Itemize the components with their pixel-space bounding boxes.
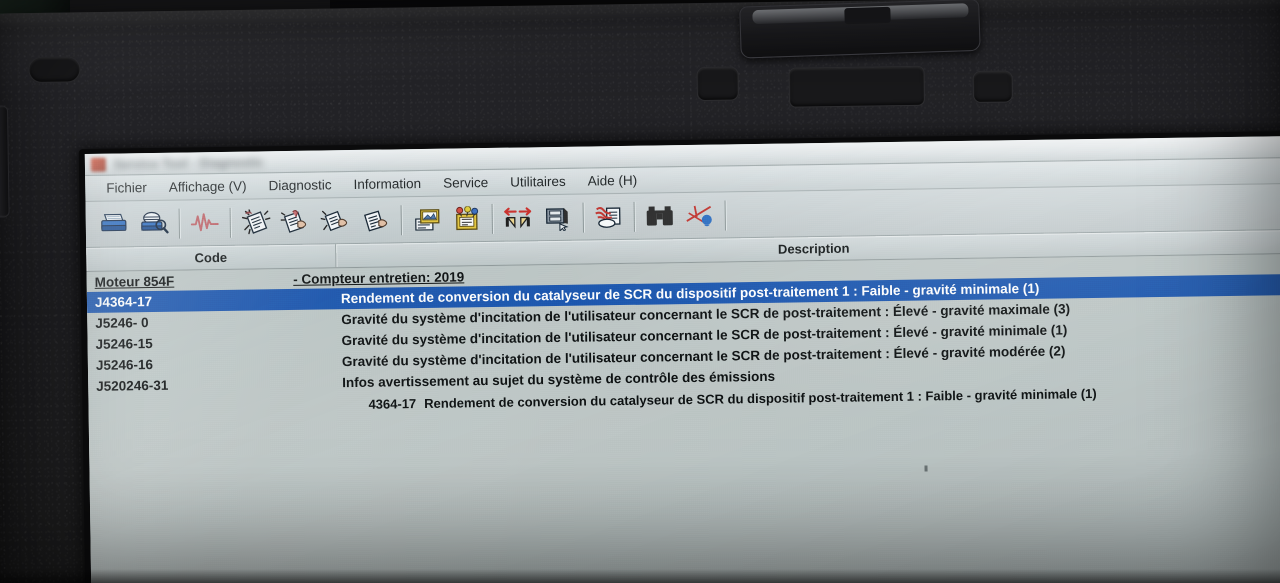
menu-aide[interactable]: Aide (H) [577, 171, 649, 191]
lid-latch-clip [739, 0, 981, 59]
rubber-bumper-center-right [972, 70, 1014, 104]
calibration-icon [452, 205, 482, 232]
lcd-screen: Service Tool - Diagnostic Fichier Affich… [84, 136, 1280, 583]
toolbar-separator [491, 203, 493, 234]
calibration-button[interactable] [446, 199, 487, 240]
engine-label: Moteur 854F [94, 273, 175, 290]
document-hand-icon [361, 207, 391, 233]
flash-program-icon [543, 204, 573, 231]
service-document-button[interactable] [588, 196, 629, 237]
waveform-icon [190, 209, 220, 235]
read-codes-button[interactable] [235, 202, 276, 243]
rubber-bumper-center [788, 65, 926, 108]
logged-codes-button[interactable] [355, 200, 396, 241]
row-code: J4364-17 [94, 293, 153, 310]
menu-diagnostic[interactable]: Diagnostic [257, 175, 342, 195]
lcd-screen-frame: Service Tool - Diagnostic Fichier Affich… [78, 130, 1280, 583]
fault-code-list[interactable]: Moteur 854F - Compteur entretien: 2019 J… [86, 254, 1280, 583]
toolbar-separator [724, 199, 726, 230]
menu-information[interactable]: Information [342, 174, 432, 194]
lid-hinge-strip [0, 105, 10, 218]
toolbar-separator [178, 208, 181, 239]
application-window: Service Tool - Diagnostic Fichier Affich… [84, 136, 1280, 583]
rubber-bumper-left [28, 56, 81, 84]
reports-button[interactable] [406, 199, 447, 240]
screen-artifact-dot [924, 465, 928, 472]
menu-utilitaires[interactable]: Utilitaires [499, 172, 577, 192]
graph-button[interactable] [679, 195, 720, 236]
column-code[interactable]: Code [86, 244, 337, 271]
document-hand-sparkle-icon [320, 208, 351, 234]
engine-serial-redacted [180, 274, 288, 287]
photo-scene: Service Tool - Diagnostic Fichier Affich… [0, 0, 1280, 583]
binoculars-icon [644, 203, 676, 229]
active-codes-button[interactable] [315, 200, 356, 241]
row-code: J5246-15 [95, 335, 153, 352]
search-button[interactable] [639, 196, 680, 237]
reports-stack-icon [412, 206, 442, 232]
print-preview-button[interactable] [134, 203, 175, 244]
menu-fichier[interactable]: Fichier [95, 178, 158, 198]
graph-point-icon [685, 202, 715, 228]
printer-icon [99, 211, 129, 237]
menu-affichage[interactable]: Affichage (V) [158, 176, 258, 196]
wrench-document-icon [594, 203, 624, 229]
toolbar-separator [229, 207, 232, 238]
toolbar-separator [633, 201, 635, 232]
document-hand-write-icon [280, 208, 311, 234]
print-button[interactable] [94, 204, 135, 245]
service-counter-label: - Compteur entretien: 2019 [293, 268, 465, 287]
window-title: Service Tool - Diagnostic [113, 154, 264, 172]
document-sparkle-icon [241, 208, 271, 235]
row-code: J520246-31 [96, 377, 169, 394]
clear-codes-button[interactable] [275, 201, 316, 242]
subrow-code: 4364-17 [368, 396, 417, 412]
menu-service[interactable]: Service [432, 173, 499, 193]
red-arrows-icon [503, 205, 533, 231]
toolbar-separator [400, 204, 402, 235]
toolbar-separator [582, 202, 584, 233]
subrow-description: Rendement de conversion du catalyseur de… [424, 385, 1097, 411]
row-code: J5246-16 [95, 356, 154, 373]
print-preview-icon [139, 210, 169, 236]
latch-notch [844, 6, 891, 25]
rubber-bumper-center-left [696, 66, 739, 102]
transfer-button[interactable] [497, 198, 538, 239]
flash-program-button[interactable] [537, 197, 578, 238]
laptop-base-shadow [0, 569, 1280, 583]
live-data-button[interactable] [185, 202, 226, 243]
row-code: J5246- 0 [95, 315, 149, 331]
app-logo-icon [90, 157, 107, 172]
